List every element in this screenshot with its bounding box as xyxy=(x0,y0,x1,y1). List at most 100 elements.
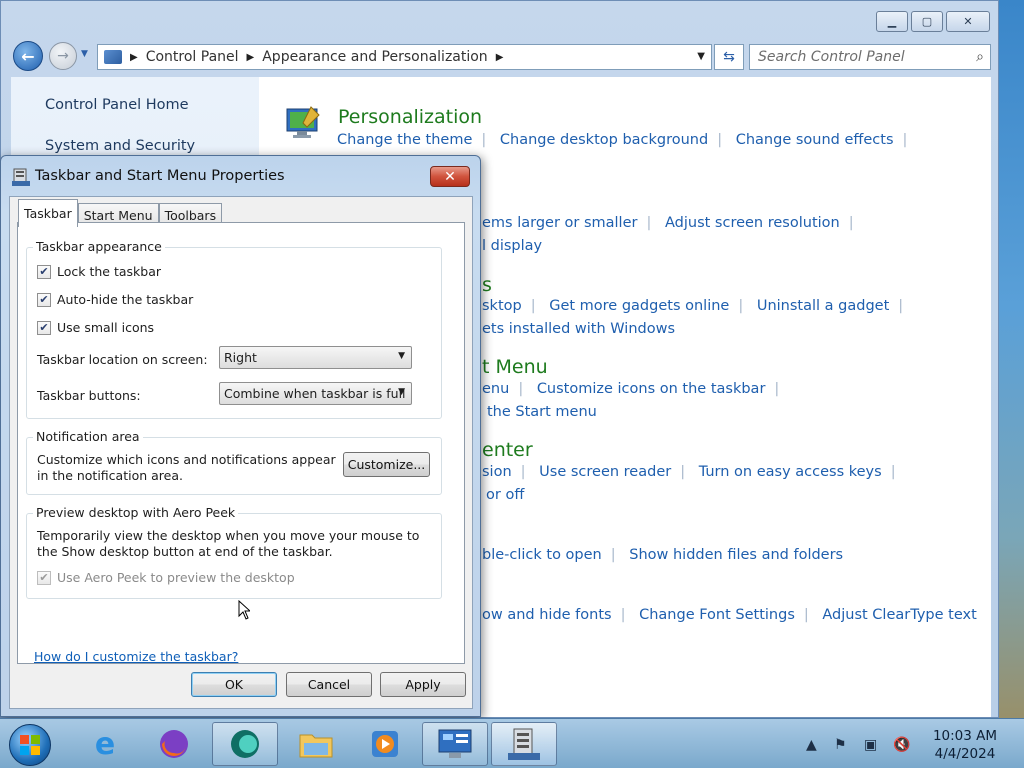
clock[interactable]: 10:03 AM 4/4/2024 xyxy=(925,727,1005,763)
forward-button[interactable]: → xyxy=(49,42,77,70)
taskbar-location-select[interactable]: Right ▼ xyxy=(219,346,412,369)
taskbar: e ▲ ⚑ ▣ 🔇 10:03 AM 4/4/2024 xyxy=(0,718,1024,768)
link-adjust-cleartype[interactable]: Adjust ClearType text xyxy=(822,607,976,623)
auto-hide-checkbox[interactable]: ✔ Auto-hide the taskbar xyxy=(37,292,193,307)
taskbar-appearance-group: Taskbar appearance ✔ Lock the taskbar ✔ … xyxy=(26,239,442,419)
window-titlebar[interactable]: ▁ ▢ ✕ xyxy=(1,1,998,41)
link-easy-access-keys[interactable]: Turn on easy access keys xyxy=(699,464,882,480)
control-panel-icon xyxy=(104,50,122,64)
link-display[interactable]: l display xyxy=(482,238,542,254)
category-title-personalization[interactable]: Personalization xyxy=(338,106,482,128)
apply-button[interactable]: Apply xyxy=(380,672,466,697)
sidebar-item-control-panel-home[interactable]: Control Panel Home xyxy=(45,97,189,113)
taskbar-item-browser[interactable] xyxy=(212,722,278,766)
ok-button[interactable]: OK xyxy=(191,672,277,697)
auto-hide-label[interactable]: Auto-hide the taskbar xyxy=(57,292,193,307)
taskbar-buttons-select[interactable]: Combine when taskbar is full ▼ xyxy=(219,382,412,405)
link-change-desktop-background[interactable]: Change desktop background xyxy=(500,132,708,148)
category-title-ease-of-access[interactable]: enter xyxy=(482,439,533,461)
link-vision[interactable]: sion xyxy=(482,464,512,480)
breadcrumb-separator-icon[interactable]: ▶ xyxy=(496,52,504,63)
start-button[interactable] xyxy=(9,724,51,766)
taskbar-properties-dialog: Taskbar and Start Menu Properties ✕ Task… xyxy=(0,155,481,717)
notification-area-group: Notification area Customize which icons … xyxy=(26,429,442,495)
aero-peek-legend: Preview desktop with Aero Peek xyxy=(33,505,239,520)
customize-button[interactable]: Customize... xyxy=(343,452,430,477)
taskbar-location-label: Taskbar location on screen: xyxy=(37,352,208,367)
category-links-ease-of-access: sion | Use screen reader | Turn on easy ac… xyxy=(482,464,896,480)
category-title-gadgets[interactable]: s xyxy=(482,274,492,296)
dialog-title[interactable]: Taskbar and Start Menu Properties xyxy=(35,168,285,184)
link-on-or-off[interactable]: or off xyxy=(486,487,524,503)
checkmark-icon[interactable]: ✔ xyxy=(37,320,51,335)
maximize-button[interactable]: ▢ xyxy=(911,11,943,32)
address-bar[interactable]: ▶ Control Panel ▶ Appearance and Persona… xyxy=(97,44,712,70)
search-icon[interactable]: ⌕ xyxy=(976,49,984,65)
link-gadgets-desktop[interactable]: sktop xyxy=(482,298,522,314)
taskbar-buttons-value: Combine when taskbar is full xyxy=(224,386,406,401)
network-icon[interactable]: ▣ xyxy=(864,737,877,753)
taskbar-item-media-player[interactable] xyxy=(352,722,418,766)
checkmark-icon[interactable]: ✔ xyxy=(37,570,51,585)
link-double-click-to-open[interactable]: ble-click to open xyxy=(482,547,602,563)
link-start-menu[interactable]: the Start menu xyxy=(487,404,597,420)
link-restore-gadgets[interactable]: ets installed with Windows xyxy=(482,321,675,337)
breadcrumb-separator-icon[interactable]: ▶ xyxy=(247,52,255,63)
checkmark-icon[interactable]: ✔ xyxy=(37,292,51,307)
link-customize-start-menu[interactable]: enu xyxy=(482,381,509,397)
link-get-more-gadgets[interactable]: Get more gadgets online xyxy=(549,298,729,314)
breadcrumb-control-panel[interactable]: Control Panel xyxy=(146,49,239,65)
recent-pages-dropdown[interactable]: ▼ xyxy=(81,49,88,59)
taskbar-item-internet-explorer[interactable]: e xyxy=(72,722,138,766)
link-change-sound-effects[interactable]: Change sound effects xyxy=(736,132,894,148)
taskbar-item-firefox[interactable] xyxy=(141,722,207,766)
search-input[interactable]: Search Control Panel ⌕ xyxy=(749,44,991,70)
aero-peek-checkbox[interactable]: ✔ Use Aero Peek to preview the desktop xyxy=(37,570,295,585)
dialog-body: Taskbar Start Menu Toolbars Taskbar appe… xyxy=(9,196,473,709)
close-button[interactable]: ✕ xyxy=(946,11,990,32)
link-change-font-settings[interactable]: Change Font Settings xyxy=(639,607,795,623)
back-button[interactable]: ← xyxy=(13,41,43,71)
taskbar-item-windows-explorer[interactable] xyxy=(283,722,349,766)
sidebar-item-system-and-security[interactable]: System and Security xyxy=(45,138,195,154)
chevron-down-icon: ▼ xyxy=(81,49,88,59)
cancel-button[interactable]: Cancel xyxy=(286,672,372,697)
dropdown-arrow-icon: ▼ xyxy=(398,387,405,397)
address-dropdown-icon[interactable]: ▼ xyxy=(697,51,705,62)
category-links-gadgets-2: ets installed with Windows xyxy=(482,321,675,337)
tab-taskbar[interactable]: Taskbar xyxy=(18,199,78,227)
help-link[interactable]: How do I customize the taskbar? xyxy=(34,649,238,664)
small-icons-checkbox[interactable]: ✔ Use small icons xyxy=(37,320,154,335)
link-show-hide-fonts[interactable]: ow and hide fonts xyxy=(482,607,612,623)
control-panel-icon xyxy=(438,729,472,758)
action-center-flag-icon[interactable]: ⚑ xyxy=(834,737,847,753)
close-icon: ✕ xyxy=(444,168,456,185)
taskbar-buttons-label: Taskbar buttons: xyxy=(37,388,141,403)
taskbar-item-control-panel[interactable] xyxy=(422,722,488,766)
link-adjust-screen-resolution[interactable]: Adjust screen resolution xyxy=(665,215,840,231)
link-customize-taskbar-icons[interactable]: Customize icons on the taskbar xyxy=(537,381,766,397)
dialog-close-button[interactable]: ✕ xyxy=(430,166,470,187)
checkmark-icon[interactable]: ✔ xyxy=(37,264,51,279)
category-title-taskbar-start-menu[interactable]: t Menu xyxy=(482,356,548,378)
taskbar-item-taskbar-properties[interactable] xyxy=(491,722,557,766)
category-links-display: ems larger or smaller | Adjust screen res… xyxy=(482,215,854,231)
breadcrumb-appearance[interactable]: Appearance and Personalization xyxy=(262,49,487,65)
taskbar-properties-icon xyxy=(508,728,540,760)
link-use-screen-reader[interactable]: Use screen reader xyxy=(539,464,671,480)
minimize-button[interactable]: ▁ xyxy=(876,11,908,32)
link-show-hidden-files[interactable]: Show hidden files and folders xyxy=(629,547,843,563)
aero-peek-label[interactable]: Use Aero Peek to preview the desktop xyxy=(57,570,295,585)
lock-taskbar-label[interactable]: Lock the taskbar xyxy=(57,264,161,279)
link-uninstall-gadget[interactable]: Uninstall a gadget xyxy=(757,298,889,314)
refresh-button[interactable]: ⇆ xyxy=(714,44,744,70)
breadcrumb-separator-icon[interactable]: ▶ xyxy=(130,52,138,63)
media-player-icon xyxy=(372,731,398,757)
small-icons-label[interactable]: Use small icons xyxy=(57,320,154,335)
show-hidden-icons-chevron-icon[interactable]: ▲ xyxy=(806,737,817,753)
volume-muted-icon[interactable]: 🔇 xyxy=(893,737,910,753)
lock-taskbar-checkbox[interactable]: ✔ Lock the taskbar xyxy=(37,264,161,279)
link-change-theme[interactable]: Change the theme xyxy=(337,132,472,148)
category-links-taskbar-2: the Start menu xyxy=(487,404,597,420)
link-items-larger-smaller[interactable]: ems larger or smaller xyxy=(482,215,637,231)
